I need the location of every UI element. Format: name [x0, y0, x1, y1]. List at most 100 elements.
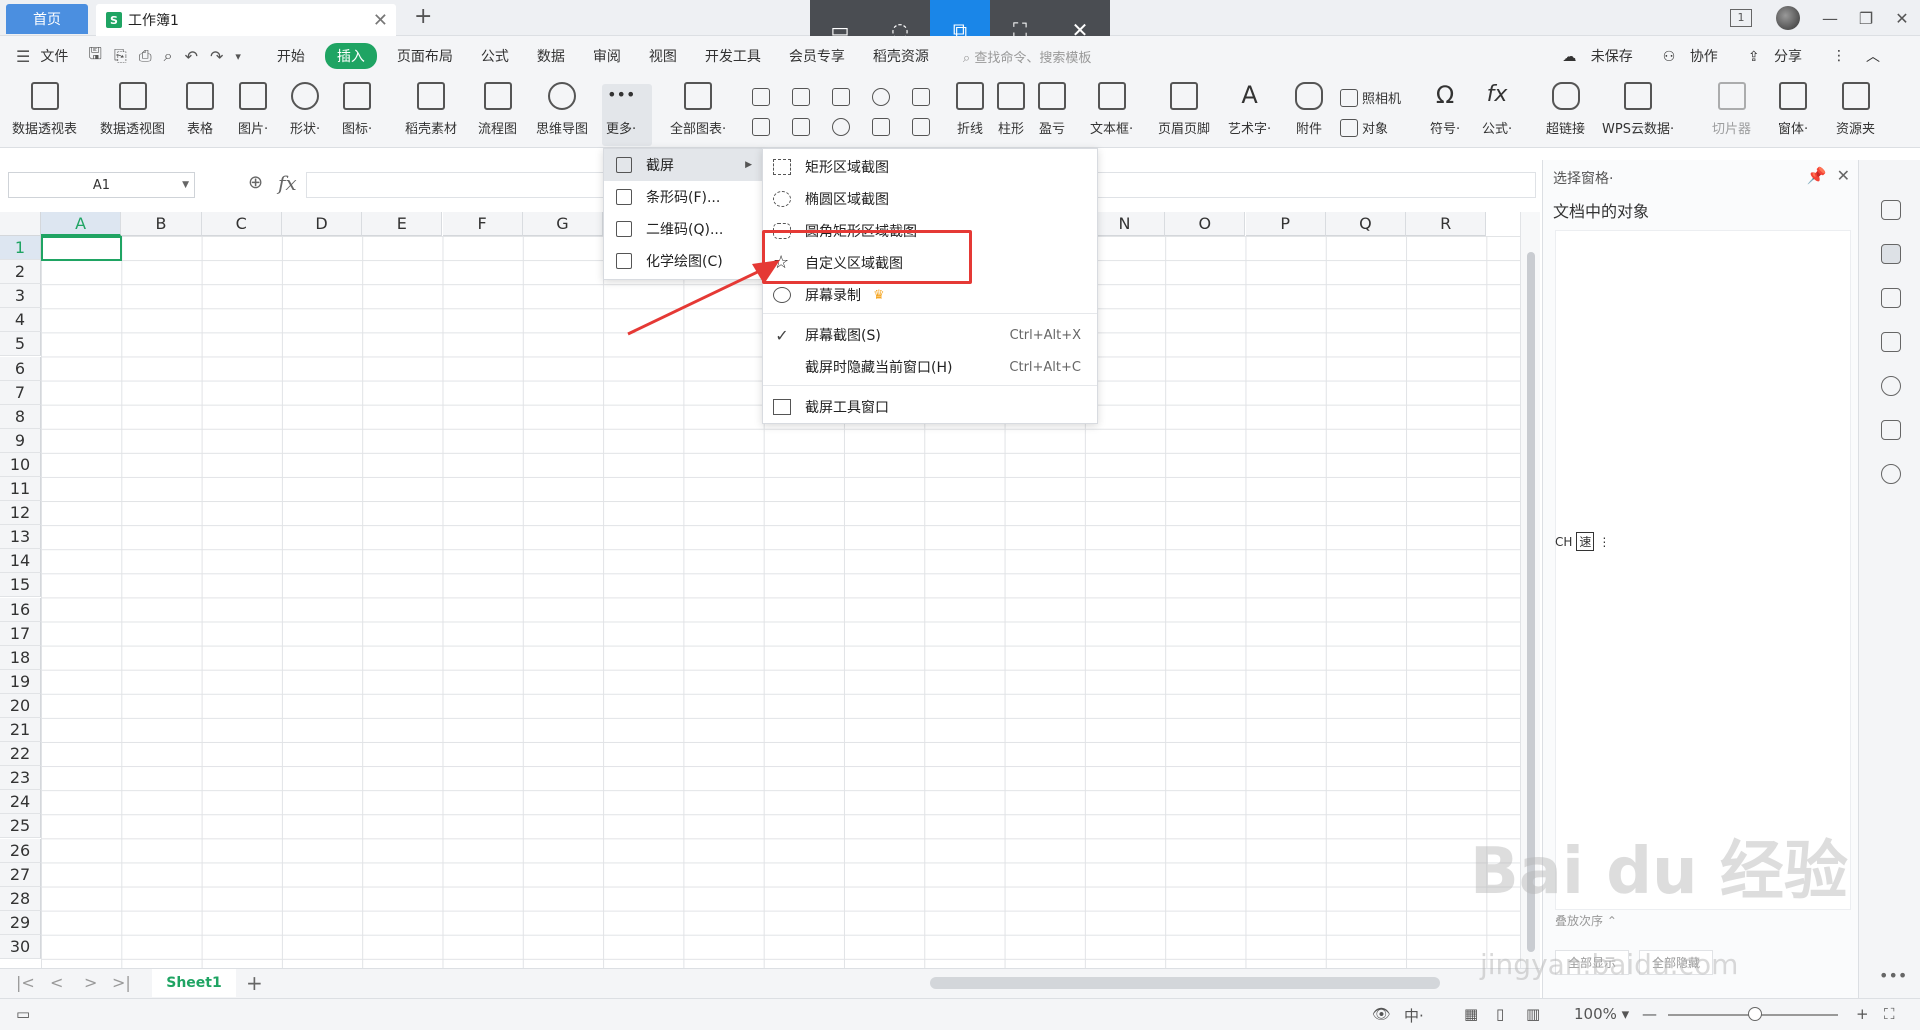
add-sheet-icon[interactable]: + [246, 971, 263, 995]
close-tab-icon[interactable]: ✕ [373, 10, 388, 31]
restore-icon[interactable]: ❐ [1848, 9, 1884, 28]
row-header[interactable]: 17 [0, 621, 41, 646]
zoom-slider-handle[interactable] [1748, 1007, 1762, 1021]
pivot-chart-button[interactable]: 数据透视图 [100, 82, 165, 137]
column-header[interactable]: B [121, 212, 202, 236]
row-header[interactable]: 23 [0, 766, 41, 791]
row-header[interactable]: 15 [0, 573, 41, 598]
column-header[interactable]: O [1165, 212, 1246, 236]
adjust-icon[interactable] [1881, 288, 1901, 308]
row-header[interactable]: 1 [0, 236, 41, 260]
header-footer-button[interactable]: 页眉页脚 [1158, 82, 1210, 137]
chart-type-line[interactable] [832, 88, 850, 106]
print-icon[interactable]: ⎙ [133, 46, 158, 66]
object-button[interactable]: 对象 [1340, 118, 1388, 137]
pane-title[interactable]: 选择窗格· [1553, 168, 1613, 188]
zoom-out-icon[interactable]: — [1642, 1005, 1657, 1023]
column-header[interactable]: C [201, 212, 282, 236]
command-search[interactable]: ⌕ 查找命令、搜索模板 [943, 47, 1091, 66]
page-break-view-icon[interactable]: ▥ [1526, 1005, 1540, 1023]
icon-button[interactable]: 图标· [342, 82, 372, 137]
menu-member[interactable]: 会员专享 [775, 46, 859, 66]
collab-button[interactable]: ⚇ 协作 [1653, 46, 1738, 66]
menu-item-hide-window[interactable]: 截屏时隐藏当前窗口(H) Ctrl+Alt+C [763, 351, 1097, 383]
save-icon[interactable]: 🖫 [82, 43, 108, 70]
share-button[interactable]: ⇪ 分享 [1738, 46, 1822, 66]
avatar[interactable] [1776, 6, 1800, 30]
column-header[interactable]: Q [1325, 212, 1407, 236]
eye-protection-icon[interactable]: 👁 [1372, 1005, 1391, 1023]
row-header[interactable]: 6 [0, 356, 41, 381]
column-header[interactable]: D [281, 212, 363, 236]
chart-type-stock[interactable] [912, 88, 930, 106]
zoom-formula-icon[interactable]: ⊕ [248, 172, 263, 193]
menu-item-screenshot[interactable]: 截屏 ▶ [604, 149, 762, 181]
mindmap-button[interactable]: 思维导图 [536, 82, 588, 137]
input-lang-icon[interactable]: 中· [1404, 1005, 1424, 1026]
chart-type-combo[interactable] [912, 118, 930, 136]
column-header[interactable]: F [442, 212, 523, 236]
flowchart-button[interactable]: 流程图 [478, 82, 517, 137]
row-header[interactable]: 8 [0, 404, 41, 429]
fullscreen-icon[interactable]: ⛶ [1884, 1005, 1895, 1023]
zoom-in-icon[interactable]: + [1856, 1005, 1869, 1023]
page-counter-icon[interactable]: 1 [1730, 9, 1752, 27]
normal-view-icon[interactable]: ▦ [1464, 1005, 1478, 1023]
wps-cloud-data-button[interactable]: WPS云数据· [1602, 82, 1674, 137]
menu-data[interactable]: 数据 [523, 46, 579, 66]
menu-page-layout[interactable]: 页面布局 [383, 46, 467, 66]
menu-home[interactable]: 开始 [263, 46, 319, 66]
all-charts-button[interactable]: 全部图表· [670, 82, 726, 137]
chevron-down-icon[interactable]: ▼ [182, 180, 189, 190]
menu-item-qrcode[interactable]: 二维码(Q)... [604, 213, 762, 245]
help-icon[interactable] [1881, 376, 1901, 396]
chart-type-map[interactable] [752, 118, 770, 136]
row-header[interactable]: 14 [0, 549, 41, 574]
undo-icon[interactable]: ↶ [179, 47, 204, 66]
pin-icon[interactable]: 📌 [1807, 166, 1827, 185]
select-all-corner[interactable] [0, 212, 41, 236]
sparkline-column-button[interactable]: 柱形 [997, 82, 1025, 137]
compass-icon[interactable] [1881, 464, 1901, 484]
up-icon[interactable]: ⌃ [1607, 914, 1617, 928]
horizontal-scrollbar[interactable] [930, 977, 1440, 989]
row-header[interactable]: 29 [0, 910, 41, 935]
chart-type-column[interactable] [752, 88, 770, 106]
last-sheet-icon[interactable]: >| [112, 973, 131, 992]
object-list[interactable] [1555, 230, 1851, 910]
pivot-table-button[interactable]: 数据透视表 [12, 82, 77, 137]
row-header[interactable]: 9 [0, 428, 41, 453]
macro-record-icon[interactable]: ▭ [16, 1005, 30, 1023]
ime-menu-icon[interactable]: ⋮ [1598, 535, 1610, 549]
minimize-icon[interactable]: — [1812, 9, 1848, 28]
cursor-icon[interactable] [1881, 244, 1901, 264]
chart-type-pie[interactable] [832, 118, 850, 136]
new-tab-icon[interactable]: + [414, 4, 432, 29]
equation-button[interactable]: fx 公式· [1482, 82, 1512, 137]
shape-button[interactable]: 形状· [290, 82, 320, 137]
rocket-icon[interactable] [1881, 200, 1901, 220]
row-header[interactable]: 21 [0, 718, 41, 742]
home-tab[interactable]: 首页 [6, 4, 88, 34]
row-header[interactable]: 16 [0, 597, 41, 622]
table-button[interactable]: 表格 [186, 82, 214, 137]
sort-icon[interactable] [1881, 332, 1901, 352]
menu-formula[interactable]: 公式 [467, 46, 523, 66]
sparkline-winloss-button[interactable]: 盈亏 [1038, 82, 1066, 137]
active-cell[interactable] [41, 236, 122, 261]
attachment-button[interactable]: 附件 [1295, 82, 1323, 137]
close-pane-icon[interactable]: ✕ [1837, 166, 1850, 185]
name-box[interactable]: A1 ▼ [8, 172, 195, 198]
row-header[interactable]: 19 [0, 669, 41, 694]
chart-type-area[interactable] [792, 118, 810, 136]
row-header[interactable]: 18 [0, 645, 41, 670]
menu-item-rect-capture[interactable]: 矩形区域截图 [763, 151, 1097, 183]
menu-item-capture-tool-window[interactable]: 截屏工具窗口 [763, 391, 1097, 423]
menu-developer[interactable]: 开发工具 [691, 46, 775, 66]
textbox-button[interactable]: 文本框· [1090, 82, 1133, 137]
column-header[interactable]: P [1245, 212, 1326, 236]
chevron-down-icon[interactable]: ▾ [229, 50, 247, 63]
close-window-icon[interactable]: ✕ [1884, 9, 1920, 28]
first-sheet-icon[interactable]: |< [16, 973, 35, 992]
slicer-button[interactable]: 切片器 [1712, 82, 1751, 137]
